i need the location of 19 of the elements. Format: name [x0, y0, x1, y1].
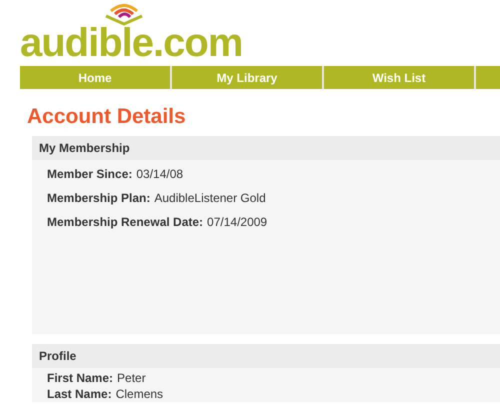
field-value: 03/14/08	[136, 166, 184, 182]
field-label: Last Name:	[47, 386, 112, 402]
nav-tab[interactable]: Home	[20, 66, 170, 89]
field-value: 07/14/2009	[207, 214, 268, 230]
field-value: Peter	[117, 370, 146, 386]
nav-tab[interactable]: Wish List	[324, 66, 474, 89]
field-label: Member Since:	[47, 166, 132, 182]
field-value: AudibleListener Gold	[154, 190, 266, 206]
logo-wordmark[interactable]: audible.com	[20, 27, 242, 59]
section-header: Profile	[32, 344, 500, 368]
field-label: Membership Plan:	[47, 190, 150, 206]
field-label: Membership Renewal Date:	[47, 214, 204, 230]
book-icon	[103, 4, 145, 26]
nav-tab[interactable]: My Library	[172, 66, 322, 89]
field-value: Clemens	[116, 386, 164, 402]
field-label: First Name:	[47, 370, 114, 386]
nav-tab[interactable]	[476, 66, 500, 89]
section-header: My Membership	[32, 136, 500, 160]
page-title: Account Details	[27, 104, 187, 130]
